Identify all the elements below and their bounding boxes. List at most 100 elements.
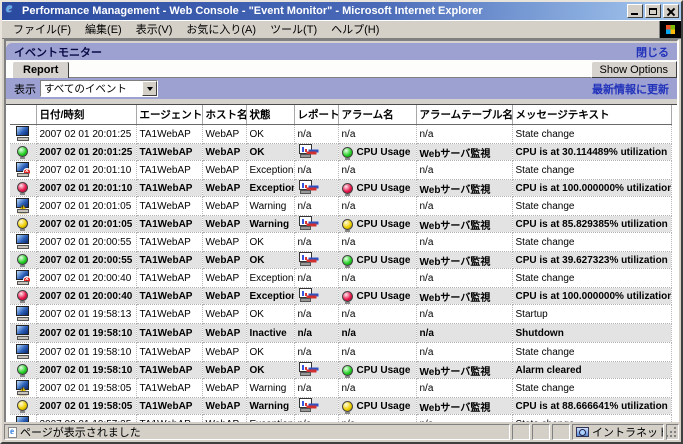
table-row: 2007 02 01 19:58:05TA1WebAPWebAPWarningC… [10, 398, 672, 415]
filter-label: 表示 [14, 81, 36, 97]
alarm-table-cell: n/a [416, 161, 512, 180]
agent-cell: TA1WebAP [136, 398, 202, 415]
status-cell: OK [246, 343, 294, 362]
message-cell: CPU is at 30.114489% utilization [512, 144, 672, 161]
security-zone-pane: イントラネット [572, 424, 664, 440]
alarm-table-cell: n/a [416, 379, 512, 398]
ie-logo-icon [4, 4, 18, 18]
event-icon-cell [10, 288, 36, 305]
column-header: ホスト名 [202, 105, 246, 125]
status-pane-3 [552, 424, 570, 440]
maximize-icon [649, 8, 657, 15]
status-cell: Warning [246, 197, 294, 216]
message-cell: State change [512, 125, 672, 144]
column-header: レポート [294, 105, 338, 125]
alarm-green-lamp-icon [17, 146, 28, 157]
show-options-button[interactable]: Show Options [591, 61, 677, 78]
table-row: 2007 02 01 20:00:40TA1WebAPWebAPExceptio… [10, 269, 672, 288]
report-cell [294, 288, 338, 305]
report-icon[interactable] [298, 252, 313, 265]
tab-row: Report Show Options [6, 60, 677, 78]
column-header: メッセージテキスト [512, 105, 672, 125]
report-icon[interactable] [298, 144, 313, 157]
report-cell: n/a [294, 379, 338, 398]
resize-grip[interactable] [666, 424, 679, 440]
alarm-name-cell: CPU Usage [338, 144, 416, 161]
menu-item[interactable]: ファイル(F) [6, 19, 78, 39]
alarm-name-cell: n/a [338, 343, 416, 362]
page-done-icon [8, 427, 17, 438]
host-cell: WebAP [202, 252, 246, 269]
report-icon[interactable] [298, 362, 313, 375]
maximize-button[interactable] [645, 4, 661, 18]
menu-item[interactable]: お気に入り(A) [179, 19, 263, 39]
menu-item[interactable]: ツール(T) [263, 19, 324, 39]
host-cell: WebAP [202, 288, 246, 305]
alarm-red-lamp-icon [342, 291, 353, 302]
message-cell: CPU is at 100.000000% utilization [512, 180, 672, 197]
message-cell: State change [512, 343, 672, 362]
alarm-yellow-lamp-icon [17, 218, 28, 229]
refresh-link[interactable]: 最新情報に更新 [592, 81, 669, 97]
status-cell: OK [246, 125, 294, 144]
alarm-red-lamp-icon [17, 182, 28, 193]
alarm-table-cell: Webサーバ監視 [416, 252, 512, 269]
report-icon[interactable] [298, 180, 313, 193]
close-button[interactable] [663, 4, 679, 18]
status-cell: Exception [246, 180, 294, 197]
alarm-table-cell: Webサーバ監視 [416, 362, 512, 379]
table-row: 2007 02 01 19:58:10TA1WebAPWebAPInactive… [10, 324, 672, 343]
page-title: イベントモニター [14, 44, 102, 60]
report-cell: n/a [294, 269, 338, 288]
message-cell: State change [512, 269, 672, 288]
menu-item[interactable]: ヘルプ(H) [324, 19, 386, 39]
host-cell: WebAP [202, 144, 246, 161]
security-zone-label: イントラネット [592, 424, 664, 440]
event-icon-cell [10, 233, 36, 252]
minimize-button[interactable] [627, 4, 643, 18]
date-cell: 2007 02 01 19:58:05 [36, 398, 136, 415]
tab-report[interactable]: Report [12, 61, 69, 78]
date-cell: 2007 02 01 20:00:55 [36, 252, 136, 269]
date-cell: 2007 02 01 20:01:05 [36, 216, 136, 233]
tab-spacer [69, 61, 590, 78]
menu-item[interactable]: 編集(E) [78, 19, 129, 39]
alarm-table-cell: n/a [416, 197, 512, 216]
report-cell: n/a [294, 197, 338, 216]
date-cell: 2007 02 01 20:01:10 [36, 161, 136, 180]
date-cell: 2007 02 01 20:00:40 [36, 269, 136, 288]
report-cell: n/a [294, 125, 338, 144]
report-cell: n/a [294, 161, 338, 180]
error-badge-icon [23, 276, 31, 284]
agent-error-icon [15, 162, 31, 176]
report-icon[interactable] [298, 398, 313, 411]
table-row: 2007 02 01 20:01:25TA1WebAPWebAPOKn/an/a… [10, 125, 672, 144]
status-cell: Warning [246, 398, 294, 415]
date-cell: 2007 02 01 20:01:10 [36, 180, 136, 197]
menu-item[interactable]: 表示(V) [129, 19, 180, 39]
agent-cell: TA1WebAP [136, 324, 202, 343]
report-icon[interactable] [298, 288, 313, 301]
table-row: 2007 02 01 19:58:13TA1WebAPWebAPOKn/an/a… [10, 305, 672, 324]
table-row: 2007 02 01 20:00:40TA1WebAPWebAPExceptio… [10, 288, 672, 305]
agent-error-icon [15, 270, 31, 284]
status-cell: Exception [246, 269, 294, 288]
event-filter-select[interactable]: すべてのイベント [40, 80, 158, 97]
message-cell: CPU is at 100.000000% utilization [512, 288, 672, 305]
dropdown-arrow-icon[interactable] [142, 81, 157, 96]
agent-cell: TA1WebAP [136, 233, 202, 252]
agent-cell: TA1WebAP [136, 362, 202, 379]
message-cell: State change [512, 379, 672, 398]
report-cell [294, 398, 338, 415]
event-filter-value: すべてのイベント [41, 81, 142, 96]
host-cell: WebAP [202, 197, 246, 216]
alarm-table-cell: n/a [416, 233, 512, 252]
status-message: ページが表示されました [20, 424, 141, 440]
date-cell: 2007 02 01 20:00:40 [36, 288, 136, 305]
agent-event-icon [15, 234, 31, 248]
host-cell: WebAP [202, 343, 246, 362]
message-cell: CPU is at 39.627323% utilization [512, 252, 672, 269]
report-icon[interactable] [298, 216, 313, 229]
report-cell: n/a [294, 233, 338, 252]
close-link[interactable]: 閉じる [636, 44, 669, 60]
